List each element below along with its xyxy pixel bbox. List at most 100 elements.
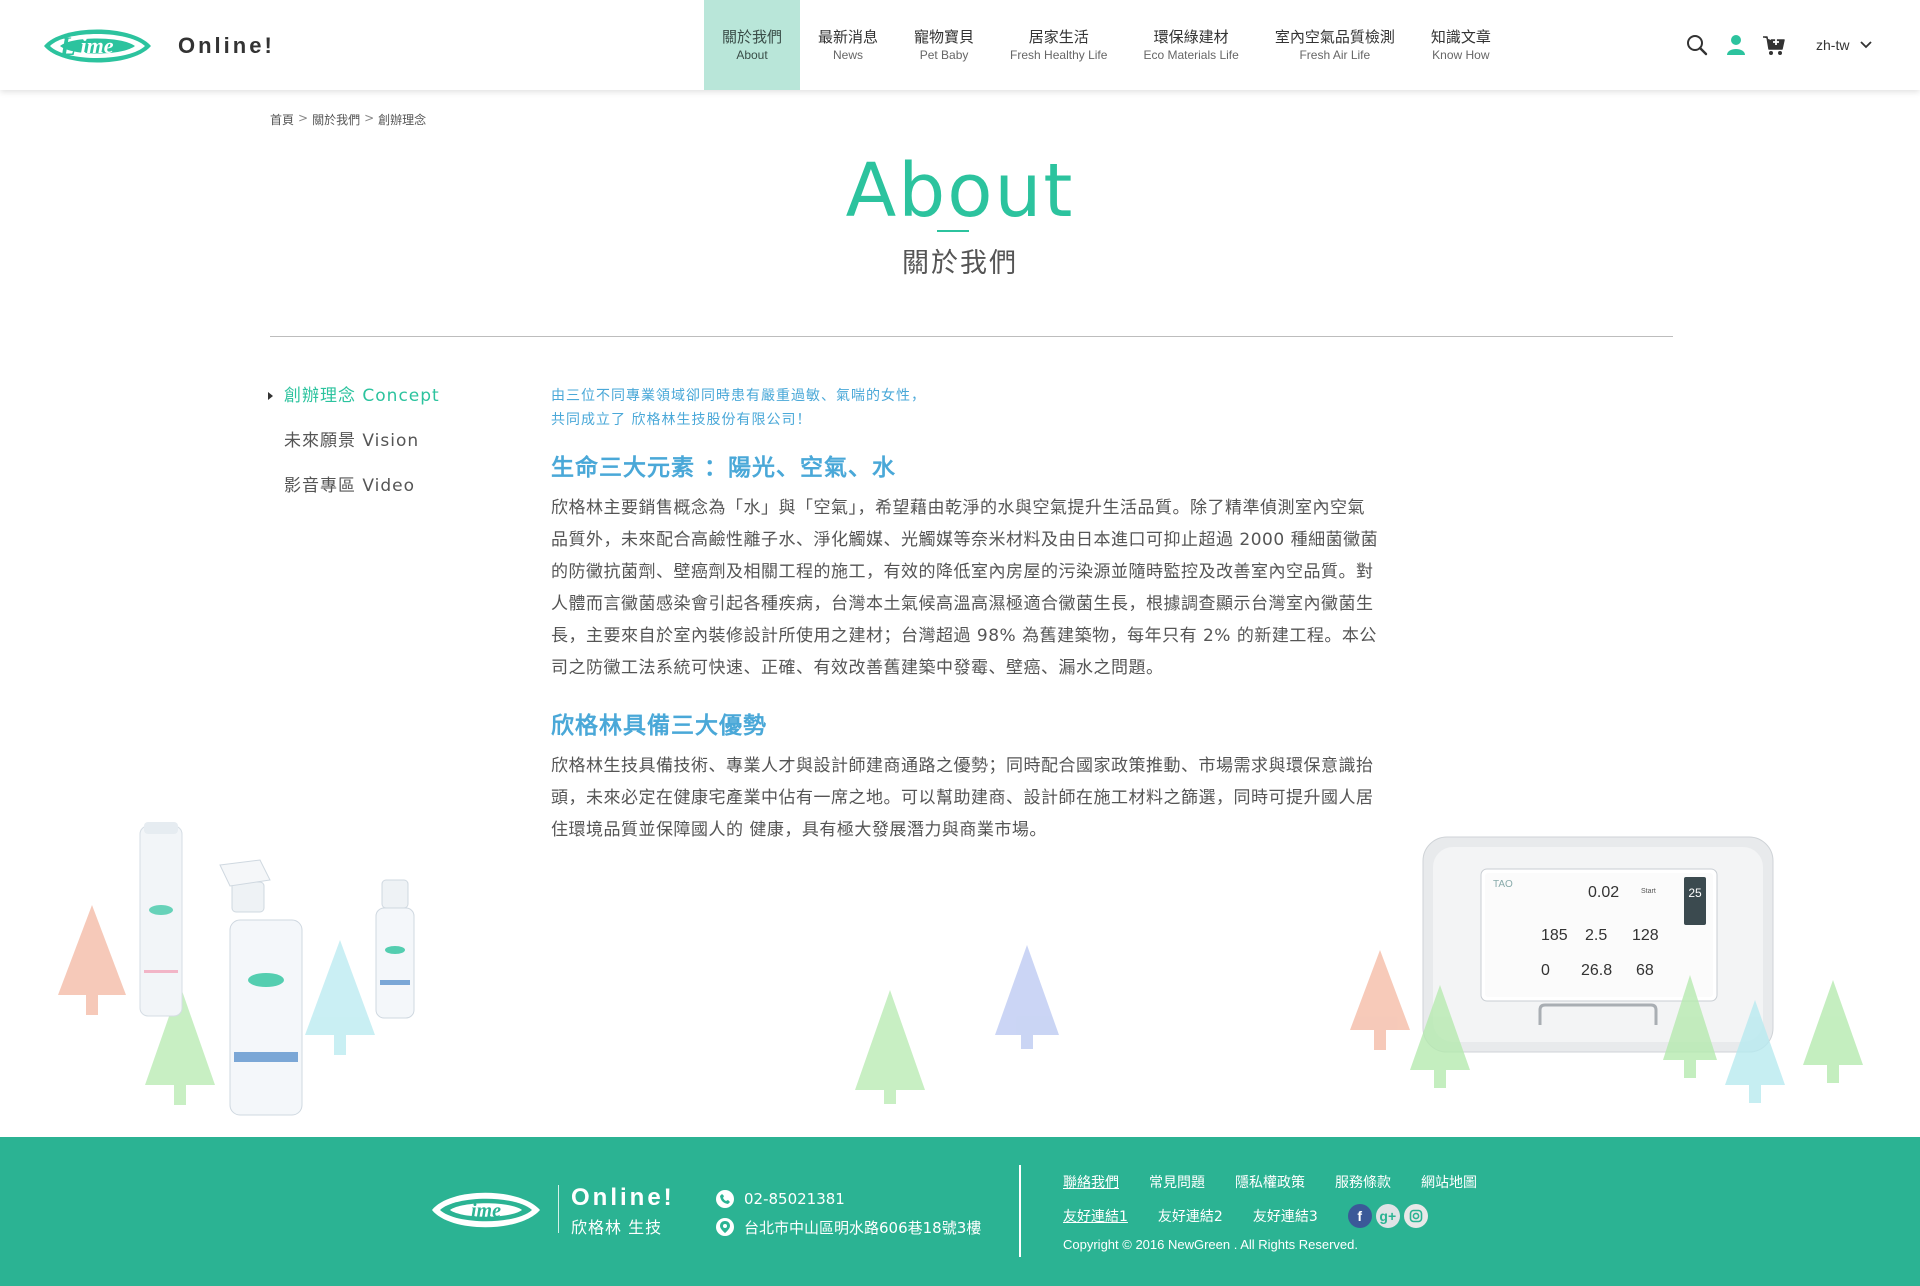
footer-friend-link-2[interactable]: 友好連結2: [1158, 1206, 1223, 1226]
nav-label-en: Eco Materials Life: [1143, 48, 1239, 62]
tree-icon: [305, 940, 375, 1055]
chevron-down-icon: [1860, 41, 1873, 49]
footer-brand-online: Online!: [571, 1184, 675, 1211]
location-pin-icon: [716, 1218, 734, 1236]
nav-item-fresh-air[interactable]: 室內空氣品質檢測 Fresh Air Life: [1257, 0, 1413, 90]
language-label: zh-tw: [1816, 37, 1850, 53]
footer-link-privacy[interactable]: 隱私權政策: [1235, 1172, 1305, 1192]
device-reading: 68: [1636, 962, 1654, 979]
footer-contact: 02-85021381 台北市中山區明水路606巷18號3樓: [716, 1185, 981, 1241]
nav-label-en: Pet Baby: [919, 48, 969, 62]
section-heading-elements: 生命三大元素 ：陽光、空氣、水: [551, 455, 897, 481]
lime-logo[interactable]: ime L: [40, 20, 155, 72]
intro-text: 由三位不同專業領域卻同時患有嚴重過敏、氣喘的女性， 共同成立了 欣格林生技股份有…: [551, 384, 1381, 432]
footer-link-contact[interactable]: 聯絡我們: [1063, 1172, 1119, 1192]
side-item-concept[interactable]: 創辦理念 Concept: [266, 384, 440, 429]
title-underline: [937, 230, 969, 232]
device-reading: 26.8: [1581, 962, 1612, 979]
svg-text:ime: ime: [471, 1200, 501, 1222]
breadcrumb-about[interactable]: 關於我們: [312, 111, 360, 128]
footer-phone[interactable]: 02-85021381: [744, 1190, 845, 1208]
device-brand: TAO: [1493, 879, 1513, 890]
side-item-vision[interactable]: 未來願景 Vision: [266, 429, 440, 474]
nav-item-eco-materials[interactable]: 環保綠建材 Eco Materials Life: [1125, 0, 1256, 90]
side-item-label: 影音專區 Video: [284, 476, 416, 496]
footer-link-faq[interactable]: 常見問題: [1149, 1172, 1205, 1192]
nav-item-fresh-healthy-life[interactable]: 居家生活 Fresh Healthy Life: [992, 0, 1125, 90]
footer-links: 聯絡我們 常見問題 隱私權政策 服務條款 網站地圖 友好連結1 友好連結2 友好…: [1063, 1165, 1477, 1252]
nav-item-pet-baby[interactable]: 寵物寶貝 Pet Baby: [896, 0, 992, 90]
nav-label-zh: 環保綠建材: [1153, 28, 1229, 46]
brand-online: Online!: [178, 33, 275, 58]
google-plus-icon[interactable]: g+: [1375, 1204, 1400, 1228]
nav-label-zh: 居家生活: [1028, 28, 1089, 46]
facebook-icon[interactable]: f: [1347, 1204, 1372, 1228]
page-title: About: [845, 148, 1075, 234]
concept-content: 由三位不同專業領域卻同時患有嚴重過敏、氣喘的女性， 共同成立了 欣格林生技股份有…: [551, 384, 1381, 846]
site-header: ime L Online! 關於我們 About 最新消息 News 寵物寶貝 …: [0, 0, 1920, 90]
user-icon[interactable]: [1724, 33, 1748, 57]
device-start: Start: [1641, 888, 1656, 895]
tree-icon: [1350, 950, 1410, 1050]
copyright: Copyright © 2016 NewGreen . All Rights R…: [1063, 1237, 1358, 1252]
side-menu: 創辦理念 Concept 未來願景 Vision 影音專區 Video: [266, 384, 440, 519]
side-item-label: 未來願景 Vision: [284, 431, 420, 451]
svg-text:ime: ime: [81, 33, 114, 58]
footer-lime-logo[interactable]: ime: [428, 1183, 544, 1237]
side-item-label: 創辦理念 Concept: [284, 386, 440, 406]
phone-icon: [716, 1190, 734, 1208]
breadcrumb-home[interactable]: 首頁: [270, 111, 294, 128]
product-bottles-illustration: [58, 822, 415, 1116]
page-subtitle: 關於我們: [902, 248, 1018, 279]
breadcrumb-current[interactable]: 創辦理念: [378, 111, 426, 128]
instagram-icon[interactable]: [1403, 1204, 1428, 1228]
tree-icon: [1803, 980, 1863, 1083]
cart-icon[interactable]: [1762, 33, 1786, 57]
language-selector[interactable]: zh-tw: [1816, 37, 1873, 53]
nav-item-about[interactable]: 關於我們 About: [704, 0, 801, 90]
nav-label-zh: 知識文章: [1430, 28, 1491, 46]
caret-right-icon: [268, 392, 273, 400]
footer-link-terms[interactable]: 服務條款: [1335, 1172, 1391, 1192]
social-links: f g+: [1347, 1204, 1428, 1228]
trees-illustration: [855, 945, 1059, 1104]
footer-logo-divider: [558, 1185, 559, 1233]
footer-friend-link-1[interactable]: 友好連結1: [1063, 1206, 1128, 1226]
footer-divider: [1019, 1165, 1021, 1257]
tree-icon: [995, 945, 1059, 1049]
footer-company-name: 欣格林 生技: [571, 1218, 663, 1237]
footer-address: 台北市中山區明水路606巷18號3樓: [744, 1218, 982, 1237]
nav-label-en: Fresh Air Life: [1299, 48, 1371, 62]
footer-link-sitemap[interactable]: 網站地圖: [1421, 1172, 1477, 1192]
main-nav: 關於我們 About 最新消息 News 寵物寶貝 Pet Baby 居家生活 …: [704, 0, 1509, 90]
tree-icon: [855, 990, 925, 1104]
nav-label-en: Fresh Healthy Life: [1010, 48, 1108, 62]
nav-label-en: News: [833, 48, 864, 62]
device-top-value: 0.02: [1588, 884, 1619, 901]
intro-line: 共同成立了 欣格林生技股份有限公司！: [551, 412, 812, 428]
title-divider: [270, 336, 1673, 337]
breadcrumb: 首頁 > 關於我們 > 創辦理念: [270, 111, 426, 128]
nav-label-en: About: [736, 48, 768, 62]
device-date: 25: [1688, 886, 1702, 900]
section-paragraph-elements: 欣格林主要銷售概念為「水」與「空氣」，希望藉由乾淨的水與空氣提升生活品質。除了精…: [551, 498, 1379, 678]
side-item-video[interactable]: 影音專區 Video: [266, 474, 440, 519]
nav-label-zh: 最新消息: [818, 28, 879, 46]
nav-label-zh: 室內空氣品質檢測: [1274, 28, 1395, 46]
device-reading: 185: [1541, 927, 1568, 944]
site-footer: ime Online! 欣格林 生技 02-85021381 台北市中山區明水路…: [0, 1137, 1920, 1286]
tree-icon: [58, 905, 126, 1015]
footer-friend-link-3[interactable]: 友好連結3: [1253, 1206, 1318, 1226]
section-heading-advantages: 欣格林具備三大優勢: [551, 713, 767, 739]
device-reading: 128: [1632, 927, 1659, 944]
nav-label-en: Know How: [1432, 48, 1490, 62]
breadcrumb-separator: >: [298, 111, 309, 125]
nav-item-news[interactable]: 最新消息 News: [800, 0, 896, 90]
nav-label-zh: 關於我們: [722, 28, 783, 46]
device-reading: 0: [1541, 962, 1550, 979]
search-icon[interactable]: [1685, 33, 1709, 57]
air-quality-monitor-illustration: TAO 0.02 Start 25 185 2.5 128 0 26.8 68: [1350, 836, 1863, 1103]
nav-item-know-how[interactable]: 知識文章 Know How: [1413, 0, 1509, 90]
breadcrumb-separator: >: [364, 111, 375, 125]
device-reading: 2.5: [1585, 927, 1607, 944]
